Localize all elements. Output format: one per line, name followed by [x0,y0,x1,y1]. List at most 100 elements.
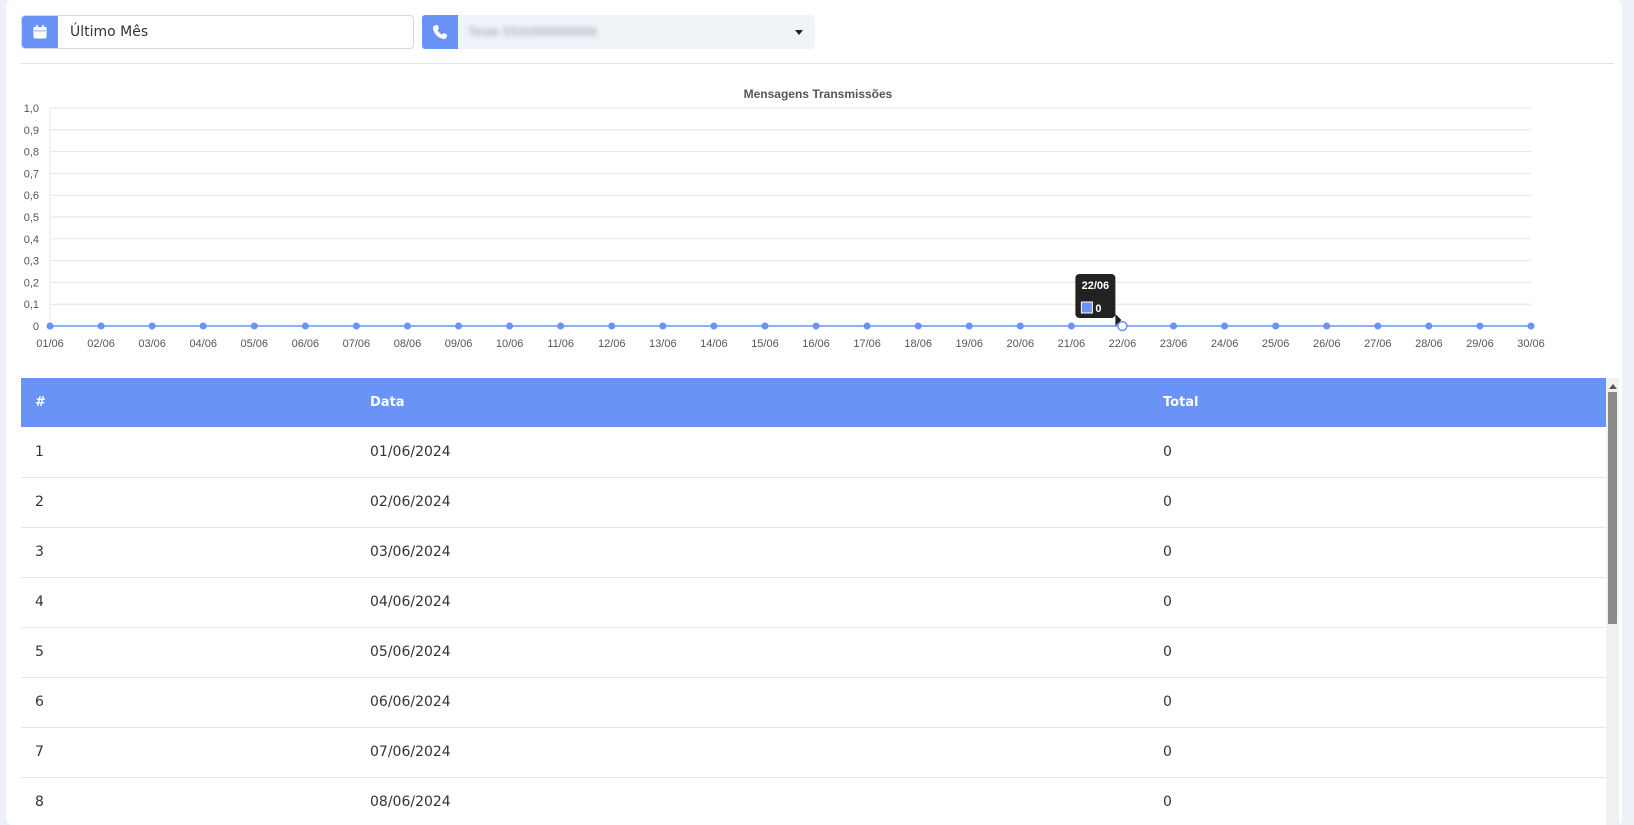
y-tick-label: 1,0 [24,103,39,115]
data-point[interactable] [199,322,207,330]
table-scrollbar[interactable] [1606,378,1619,825]
data-point[interactable] [1323,322,1331,330]
row-index: 3 [21,527,356,578]
messages-chart: Mensagens Transmissões 00,10,20,30,40,50… [24,87,1545,350]
x-tick-label: 29/06 [1466,338,1494,350]
data-point[interactable] [1374,322,1382,330]
x-tick-label: 18/06 [904,338,932,350]
data-point[interactable] [1016,322,1024,330]
table-row: 2 02/06/2024 0 [21,477,1606,528]
row-total: 0 [1149,527,1606,578]
row-total: 0 [1149,477,1606,528]
row-total: 0 [1149,627,1606,678]
chart-title: Mensagens Transmissões [744,87,893,101]
x-tick-label: 07/06 [343,338,371,350]
data-point[interactable] [1272,322,1280,330]
y-axis-ticks: 0 0,1 0,2 0,3 0,4 0,5 0,6 0,7 0,8 0,9 1,0 [24,103,39,333]
row-total: 0 [1149,677,1606,728]
x-tick-label: 22/06 [1109,338,1137,350]
row-date: 06/06/2024 [356,677,1149,728]
data-point[interactable] [1425,322,1433,330]
x-tick-label: 17/06 [853,338,881,350]
row-total: 0 [1149,727,1606,778]
table-row: 5 05/06/2024 0 [21,627,1606,678]
chart-series [46,320,1535,332]
table-row: 3 03/06/2024 0 [21,527,1606,578]
y-tick-label: 0 [33,321,39,333]
data-point[interactable] [863,322,871,330]
y-tick-label: 0,2 [24,277,39,289]
data-table: # Data Total 1 01/06/2024 0 2 02/06/2024 0 3 03… [21,378,1606,825]
data-point[interactable] [250,322,258,330]
data-table-container: # Data Total 1 01/06/2024 0 2 02/06/2024 0 3 03… [21,378,1619,825]
scrollbar-thumb[interactable] [1608,392,1617,624]
period-value: Último Mês [70,24,149,40]
table-row: 4 04/06/2024 0 [21,577,1606,628]
row-index: 8 [21,777,356,825]
data-point[interactable] [46,322,54,330]
data-point[interactable] [403,322,411,330]
y-tick-label: 0,7 [24,168,39,180]
data-point[interactable] [710,322,718,330]
table-header-row: # Data Total [21,378,1606,427]
x-tick-label: 09/06 [445,338,473,350]
x-tick-label: 04/06 [189,338,217,350]
data-point[interactable] [97,322,105,330]
header-index[interactable]: # [21,378,356,427]
data-point[interactable] [301,322,309,330]
row-index: 7 [21,727,356,778]
x-tick-label: 23/06 [1160,338,1188,350]
data-point[interactable] [1476,322,1484,330]
phone-select[interactable]: Teste 5500999999999 [422,15,815,49]
data-point[interactable] [455,322,463,330]
x-tick-label: 11/06 [547,338,574,350]
x-tick-label: 24/06 [1211,338,1239,350]
table-row: 1 01/06/2024 0 [21,427,1606,478]
tooltip-value: 0 [1095,303,1101,315]
tooltip-title: 22/06 [1082,280,1110,292]
data-point[interactable] [557,322,565,330]
x-tick-label: 26/06 [1313,338,1341,350]
x-tick-label: 15/06 [751,338,779,350]
data-point[interactable] [1221,322,1229,330]
x-tick-label: 12/06 [598,338,626,350]
header-date[interactable]: Data [356,378,1149,427]
y-tick-label: 0,1 [24,299,39,311]
table-row: 6 06/06/2024 0 [21,677,1606,728]
row-index: 5 [21,627,356,678]
data-point[interactable] [1067,322,1075,330]
row-date: 02/06/2024 [356,477,1149,528]
x-tick-label: 28/06 [1415,338,1443,350]
data-point[interactable] [914,322,922,330]
y-tick-label: 0,4 [24,234,39,246]
row-total: 0 [1149,427,1606,478]
table-row: 8 08/06/2024 0 [21,777,1606,825]
x-tick-label: 01/06 [36,338,64,350]
data-point[interactable] [812,322,820,330]
data-point[interactable] [1527,322,1535,330]
data-point[interactable] [506,322,514,330]
row-date: 04/06/2024 [356,577,1149,628]
data-point-hovered[interactable] [1117,320,1128,332]
row-index: 6 [21,677,356,728]
scroll-up-arrow-icon[interactable] [1609,384,1617,389]
data-point[interactable] [659,322,667,330]
x-tick-label: 05/06 [241,338,269,350]
divider [21,63,1614,64]
period-filter[interactable]: Último Mês [21,15,414,49]
data-point[interactable] [761,322,769,330]
x-tick-label: 16/06 [802,338,830,350]
data-point[interactable] [148,322,156,330]
tooltip-swatch [1080,301,1093,314]
chevron-down-icon[interactable] [795,30,803,35]
header-total[interactable]: Total [1149,378,1606,427]
data-point[interactable] [352,322,360,330]
data-point[interactable] [1170,322,1178,330]
data-point[interactable] [965,322,973,330]
phone-value: Teste 5500999999999 [468,24,597,39]
x-tick-label: 30/06 [1517,338,1545,350]
data-point[interactable] [608,322,616,330]
row-date: 05/06/2024 [356,627,1149,678]
phone-icon [422,15,458,49]
row-index: 4 [21,577,356,628]
